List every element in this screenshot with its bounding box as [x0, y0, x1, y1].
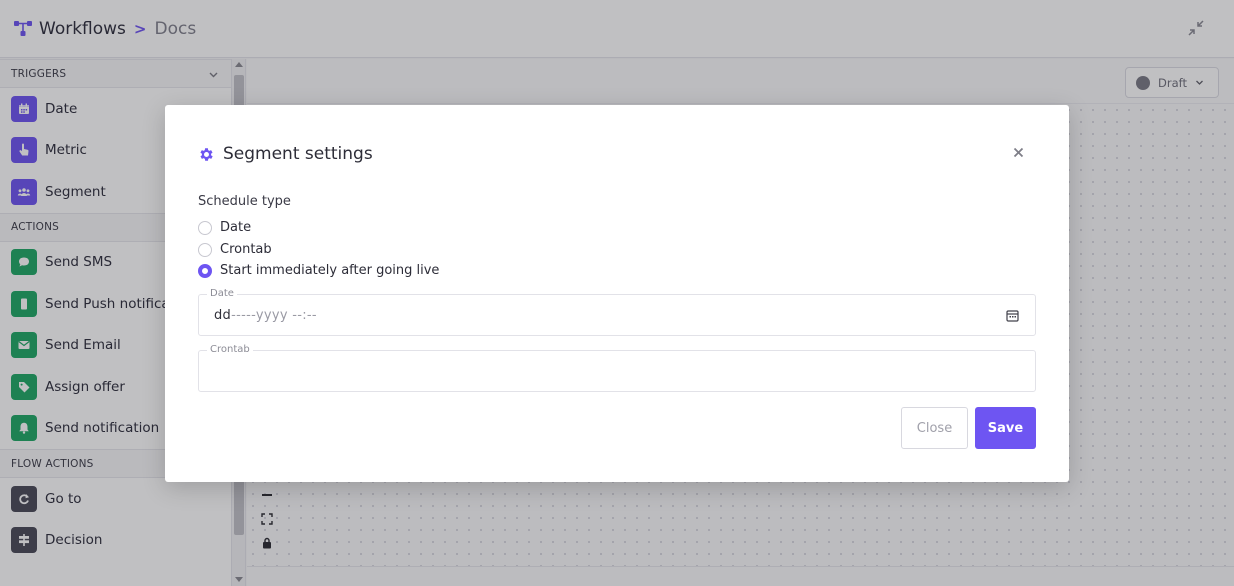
radio-label: Start immediately after going live — [220, 263, 440, 278]
radio-option-start-immediately[interactable]: Start immediately after going live — [198, 263, 439, 278]
radio-option-crontab[interactable]: Crontab — [198, 242, 272, 257]
close-icon[interactable] — [1011, 145, 1025, 159]
close-button[interactable]: Close — [901, 407, 968, 449]
date-rest-segment[interactable]: -----yyyy --:-- — [231, 308, 317, 323]
radio-button-selected[interactable] — [198, 263, 212, 278]
segment-settings-dialog: Segment settings Schedule type Date Cron… — [165, 105, 1069, 482]
date-field-value[interactable]: dd-----yyyy --:-- — [214, 308, 317, 323]
radio-button[interactable] — [198, 220, 212, 235]
radio-button[interactable] — [198, 242, 212, 257]
calendar-picker-icon[interactable] — [1006, 309, 1019, 322]
date-field[interactable]: Date dd-----yyyy --:-- — [198, 288, 1036, 336]
gear-icon — [200, 147, 213, 161]
date-field-label: Date — [207, 288, 237, 299]
radio-label: Crontab — [220, 242, 272, 257]
date-day-segment[interactable]: dd — [214, 308, 231, 323]
radio-label: Date — [220, 220, 252, 235]
crontab-field-label: Crontab — [207, 344, 253, 355]
schedule-type-label: Schedule type — [198, 194, 291, 209]
crontab-field[interactable]: Crontab — [198, 344, 1036, 392]
dialog-title: Segment settings — [223, 144, 373, 164]
save-button[interactable]: Save — [975, 407, 1036, 449]
dialog-header: Segment settings — [198, 144, 373, 164]
radio-option-date[interactable]: Date — [198, 220, 251, 235]
